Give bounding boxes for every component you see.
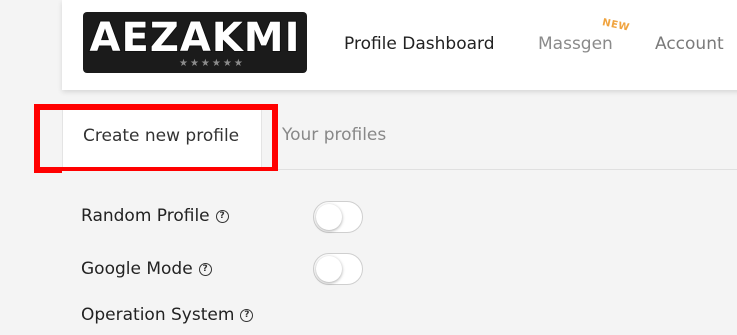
- nav-massgen[interactable]: Massgen: [538, 34, 613, 54]
- new-badge: NEW: [601, 17, 631, 34]
- google-mode-text: Google Mode: [81, 259, 193, 279]
- random-profile-toggle[interactable]: [313, 201, 363, 233]
- logo-stars: ★★★★★★: [179, 58, 245, 69]
- toggle-knob: [316, 256, 342, 282]
- google-mode-toggle[interactable]: [313, 253, 363, 285]
- help-icon[interactable]: ?: [215, 209, 229, 223]
- random-profile-label: Random Profile ?: [81, 206, 229, 226]
- nav-account[interactable]: Account: [655, 34, 724, 54]
- aezakmi-logo[interactable]: AEZAKMI ★★★★★★: [83, 12, 307, 73]
- nav-profile-dashboard[interactable]: Profile Dashboard: [344, 34, 495, 54]
- google-mode-label: Google Mode ?: [81, 259, 212, 279]
- app-root: AEZAKMI ★★★★★★ Profile Dashboard Massgen…: [0, 0, 737, 335]
- tab-your-profiles[interactable]: Your profiles: [282, 108, 386, 170]
- create-profile-form: Random Profile ? Google Mode ? Operation…: [62, 171, 737, 335]
- toggle-knob: [316, 204, 342, 230]
- random-profile-text: Random Profile: [81, 206, 210, 226]
- operation-system-text: Operation System: [81, 305, 235, 325]
- help-icon[interactable]: ?: [240, 308, 254, 322]
- profile-tabs: Create new profile Your profiles: [62, 108, 737, 170]
- help-icon[interactable]: ?: [198, 262, 212, 276]
- logo-text: AEZAKMI: [89, 14, 301, 62]
- operation-system-label: Operation System ?: [81, 305, 254, 325]
- tab-create-new-profile[interactable]: Create new profile: [62, 108, 262, 170]
- top-navbar: AEZAKMI ★★★★★★ Profile Dashboard Massgen…: [62, 0, 737, 90]
